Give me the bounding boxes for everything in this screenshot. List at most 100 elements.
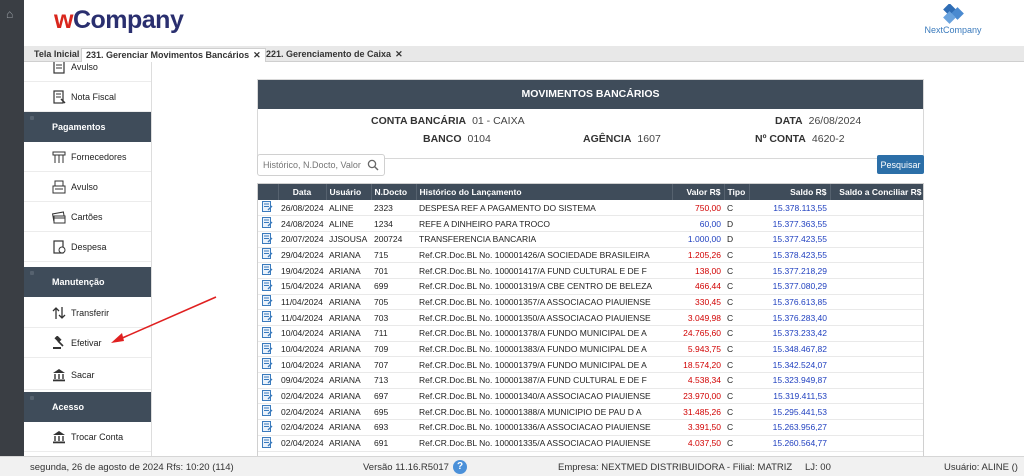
table-row[interactable]: 11/04/2024 ARIANA 703 Ref.CR.Doc.BL No. 100… bbox=[258, 309, 923, 326]
edit-document-icon[interactable] bbox=[262, 373, 273, 385]
sidebar-item-despesa[interactable]: Despesa bbox=[24, 232, 151, 262]
edit-document-icon[interactable] bbox=[262, 405, 273, 417]
row-edit-cell[interactable] bbox=[258, 356, 278, 374]
sidebar-item-sacar[interactable]: Sacar bbox=[24, 360, 151, 390]
row-edit-cell[interactable] bbox=[258, 419, 278, 436]
table-row[interactable]: 29/04/2024 ARIANA 715 Ref.CR.Doc.BL No. 100… bbox=[258, 247, 923, 264]
edit-document-icon[interactable] bbox=[262, 217, 273, 229]
sidebar-item-cartoes[interactable]: Cartões bbox=[24, 202, 151, 232]
row-edit-cell[interactable] bbox=[258, 403, 278, 421]
sidebar: Avulso Nota Fiscal Pagamentos Fornecedor… bbox=[24, 62, 152, 456]
close-icon[interactable]: ✕ bbox=[395, 49, 403, 59]
col-header-usuario[interactable]: Usuário bbox=[326, 184, 372, 200]
row-edit-cell[interactable] bbox=[258, 325, 278, 342]
cell-saldo-conciliar bbox=[830, 435, 923, 452]
table-row[interactable]: 20/07/2024 JJSOUSA 200724 TRANSFERENCIA BAN… bbox=[258, 231, 923, 248]
edit-document-icon[interactable] bbox=[262, 342, 273, 354]
table-row[interactable]: 02/04/2024 ARIANA 693 Ref.CR.Doc.BL No. 100… bbox=[258, 419, 923, 436]
row-edit-cell[interactable] bbox=[258, 309, 278, 326]
table-row[interactable]: 09/04/2024 ARIANA 713 Ref.CR.Doc.BL No. 100… bbox=[258, 372, 923, 389]
table-row[interactable]: 15/04/2024 ARIANA 699 Ref.CR.Doc.BL No. 100… bbox=[258, 278, 923, 295]
close-icon[interactable]: ✕ bbox=[253, 50, 261, 60]
cell-usuario: ARIANA bbox=[326, 294, 371, 311]
table-row[interactable]: 02/04/2024 ARIANA 697 Ref.CR.Doc.BL No. 100… bbox=[258, 388, 923, 405]
edit-document-icon[interactable] bbox=[262, 295, 273, 307]
row-edit-cell[interactable] bbox=[258, 262, 278, 279]
sidebar-item-fornecedores[interactable]: Fornecedores bbox=[24, 142, 151, 172]
row-edit-cell[interactable] bbox=[258, 200, 278, 217]
movements-table-wrapper: Data Usuário N.Docto Histórico do Lançam… bbox=[257, 183, 924, 456]
col-header-data[interactable]: Data bbox=[278, 184, 327, 200]
edit-document-icon[interactable] bbox=[262, 264, 273, 276]
company-logo: wCompany bbox=[54, 6, 184, 34]
help-icon[interactable]: ? bbox=[453, 460, 467, 474]
tab-tela-inicial[interactable]: Tela Inicial bbox=[30, 48, 83, 62]
table-row[interactable]: 11/04/2024 ARIANA 705 Ref.CR.Doc.BL No. 100… bbox=[258, 294, 923, 311]
nextcompany-diamond-icon bbox=[943, 4, 964, 24]
cell-tipo: D bbox=[724, 231, 749, 248]
sidebar-section-label: Pagamentos bbox=[52, 122, 106, 132]
col-header-saldo-conciliar[interactable]: Saldo a Conciliar R$ bbox=[830, 184, 923, 200]
pesquisar-button[interactable]: Pesquisar bbox=[877, 155, 924, 174]
col-header-docto[interactable]: N.Docto bbox=[371, 184, 417, 200]
col-header-valor[interactable]: Valor R$ bbox=[672, 184, 725, 200]
sidebar-section-acesso[interactable]: Acesso bbox=[24, 392, 151, 422]
sidebar-item-trocar-conta[interactable]: Trocar Conta bbox=[24, 422, 151, 452]
table-row[interactable]: 10/04/2024 ARIANA 709 Ref.CR.Doc.BL No. 100… bbox=[258, 341, 923, 358]
sidebar-section-manutencao[interactable]: Manutenção bbox=[24, 267, 151, 297]
table-row[interactable]: 10/04/2024 ARIANA 707 Ref.CR.Doc.BL No. 100… bbox=[258, 356, 923, 374]
row-edit-cell[interactable] bbox=[258, 372, 278, 389]
cell-data: 09/04/2024 bbox=[278, 372, 326, 389]
conta-bancaria-field: CONTA BANCÁRIA 01 - CAIXA bbox=[371, 115, 525, 127]
cell-usuario: ARIANA bbox=[326, 372, 371, 389]
col-header-saldo[interactable]: Saldo R$ bbox=[749, 184, 831, 200]
cell-usuario: ARIANA bbox=[326, 435, 371, 452]
col-header-historico[interactable]: Histórico do Lançamento bbox=[416, 184, 673, 200]
edit-document-icon[interactable] bbox=[262, 232, 273, 244]
sidebar-item-efetivar[interactable]: Efetivar bbox=[24, 328, 151, 358]
table-row[interactable]: 26/08/2024 ALINE 2323 DESPESA REF A PAGAMEN… bbox=[258, 200, 923, 217]
edit-document-icon[interactable] bbox=[262, 201, 273, 213]
cell-saldo: 15.376.613,85 bbox=[749, 294, 830, 311]
row-edit-cell[interactable] bbox=[258, 247, 278, 264]
edit-document-icon[interactable] bbox=[262, 248, 273, 260]
status-usuario: Usuário: ALINE () bbox=[944, 462, 1018, 473]
sidebar-item-transferir[interactable]: Transferir bbox=[24, 298, 151, 328]
sidebar-item-label: Sacar bbox=[71, 370, 95, 380]
row-edit-cell[interactable] bbox=[258, 294, 278, 311]
cell-historico: Ref.CR.Doc.BL No. 100001378/A FUNDO MUNI… bbox=[416, 325, 672, 342]
edit-document-icon[interactable] bbox=[262, 389, 273, 401]
sidebar-item-nota-fiscal[interactable]: Nota Fiscal bbox=[24, 82, 151, 112]
row-edit-cell[interactable] bbox=[258, 341, 278, 358]
sidebar-item-avulso-pagamento[interactable]: Avulso bbox=[24, 172, 151, 202]
cell-docto: 709 bbox=[371, 341, 416, 358]
row-edit-cell[interactable] bbox=[258, 435, 278, 452]
search-icon[interactable] bbox=[367, 159, 379, 171]
row-edit-cell[interactable] bbox=[258, 388, 278, 405]
cell-usuario: ALINE bbox=[326, 200, 371, 217]
search-input[interactable] bbox=[263, 155, 367, 175]
col-header-tipo[interactable]: Tipo bbox=[724, 184, 750, 200]
table-row[interactable]: 02/04/2024 ARIANA 695 Ref.CR.Doc.BL No. 100… bbox=[258, 403, 923, 421]
edit-document-icon[interactable] bbox=[262, 358, 273, 370]
table-row[interactable]: 10/04/2024 ARIANA 711 Ref.CR.Doc.BL No. 100… bbox=[258, 325, 923, 342]
tab-gerenciar-movimentos[interactable]: 231. Gerenciar Movimentos Bancários ✕ bbox=[81, 48, 266, 62]
edit-document-icon[interactable] bbox=[262, 279, 273, 291]
cell-tipo: C bbox=[724, 341, 749, 358]
home-icon[interactable]: ⌂ bbox=[6, 7, 13, 21]
edit-document-icon[interactable] bbox=[262, 326, 273, 338]
table-row[interactable]: 19/04/2024 ARIANA 701 Ref.CR.Doc.BL No. 100… bbox=[258, 262, 923, 279]
table-row[interactable]: 24/08/2024 ALINE 1234 REFE A DINHEIRO PARA … bbox=[258, 215, 923, 232]
edit-document-icon[interactable] bbox=[262, 311, 273, 323]
tab-gerenciamento-caixa[interactable]: 221. Gerenciamento de Caixa ✕ bbox=[262, 48, 407, 62]
row-edit-cell[interactable] bbox=[258, 231, 278, 248]
cell-docto: 697 bbox=[371, 388, 416, 405]
sidebar-item-avulso-recebimento[interactable]: Avulso bbox=[24, 62, 151, 82]
edit-document-icon[interactable] bbox=[262, 420, 273, 432]
sidebar-section-pagamentos[interactable]: Pagamentos bbox=[24, 112, 151, 142]
row-edit-cell[interactable] bbox=[258, 278, 278, 295]
row-edit-cell[interactable] bbox=[258, 215, 278, 232]
table-row[interactable]: 02/04/2024 ARIANA 691 Ref.CR.Doc.BL No. 100… bbox=[258, 435, 923, 452]
sidebar-item-label: Fornecedores bbox=[71, 152, 127, 162]
edit-document-icon[interactable] bbox=[262, 436, 273, 448]
